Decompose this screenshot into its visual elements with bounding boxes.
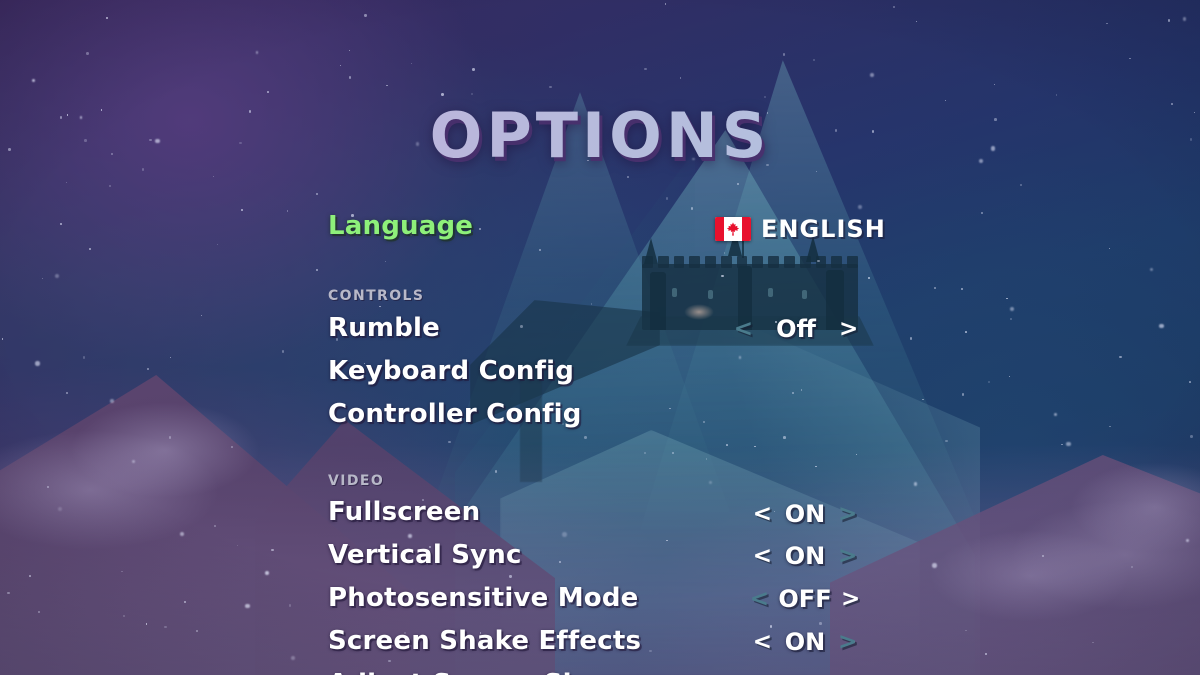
canada-flag-icon [715, 217, 751, 241]
menu-row-keyboard-config[interactable]: Keyboard Config [328, 356, 574, 386]
menu-row-photosensitive-mode[interactable]: Photosensitive Mode [328, 583, 638, 613]
photosensitive-mode-value: OFF [778, 585, 832, 613]
menu-label-keyboard-config: Keyboard Config [328, 356, 575, 386]
vertical-sync-right-arrow[interactable]: > [838, 544, 857, 568]
rumble-value: Off [776, 315, 816, 343]
photosensitive-mode-left-arrow[interactable]: < [750, 587, 769, 611]
fullscreen-value: ON [784, 500, 826, 528]
section-heading-controls: CONTROLS [328, 288, 425, 304]
menu-label-language: Language [328, 211, 474, 241]
menu-label-screen-shake-effects: Screen Shake Effects [328, 626, 642, 656]
menu-label-adjust-screen-size: Adjust Screen Size [328, 669, 605, 675]
screen-shake-effects-value: ON [784, 628, 826, 656]
menu-row-screen-shake-effects[interactable]: Screen Shake Effects [328, 626, 641, 656]
control-rumble[interactable]: < Off > [724, 315, 868, 343]
language-value[interactable]: ENGLISH [715, 215, 886, 243]
menu-row-controller-config[interactable]: Controller Config [328, 399, 582, 429]
menu-row-fullscreen[interactable]: Fullscreen [328, 497, 480, 527]
fullscreen-left-arrow[interactable]: < [753, 502, 772, 526]
menu-row-vertical-sync[interactable]: Vertical Sync [328, 540, 522, 570]
menu-label-rumble: Rumble [328, 313, 440, 343]
fullscreen-right-arrow[interactable]: > [838, 502, 857, 526]
menu-row-rumble[interactable]: Rumble [328, 313, 440, 343]
page-title: OPTIONS [0, 99, 1200, 172]
menu-label-fullscreen: Fullscreen [328, 497, 481, 527]
menu-label-photosensitive-mode: Photosensitive Mode [328, 583, 639, 613]
screen-shake-effects-right-arrow[interactable]: > [838, 630, 857, 654]
control-vertical-sync[interactable]: < ON > [748, 542, 862, 570]
section-heading-video: VIDEO [328, 473, 385, 489]
control-photosensitive-mode[interactable]: < OFF > [748, 585, 862, 613]
options-menu: OPTIONS Language ENGLISH CONTROLS Rumble… [0, 0, 1200, 675]
menu-label-vertical-sync: Vertical Sync [328, 540, 522, 570]
maple-leaf-icon [726, 222, 740, 236]
menu-row-language[interactable]: Language [328, 211, 473, 241]
screen-shake-effects-left-arrow[interactable]: < [753, 630, 772, 654]
menu-row-adjust-screen-size[interactable]: Adjust Screen Size [328, 669, 605, 675]
rumble-right-arrow[interactable]: > [839, 317, 858, 341]
photosensitive-mode-right-arrow[interactable]: > [841, 587, 860, 611]
control-screen-shake-effects[interactable]: < ON > [748, 628, 862, 656]
language-value-text: ENGLISH [761, 215, 886, 243]
vertical-sync-value: ON [784, 542, 826, 570]
menu-label-controller-config: Controller Config [328, 399, 582, 429]
vertical-sync-left-arrow[interactable]: < [753, 544, 772, 568]
rumble-left-arrow[interactable]: < [734, 317, 753, 341]
control-fullscreen[interactable]: < ON > [748, 500, 862, 528]
